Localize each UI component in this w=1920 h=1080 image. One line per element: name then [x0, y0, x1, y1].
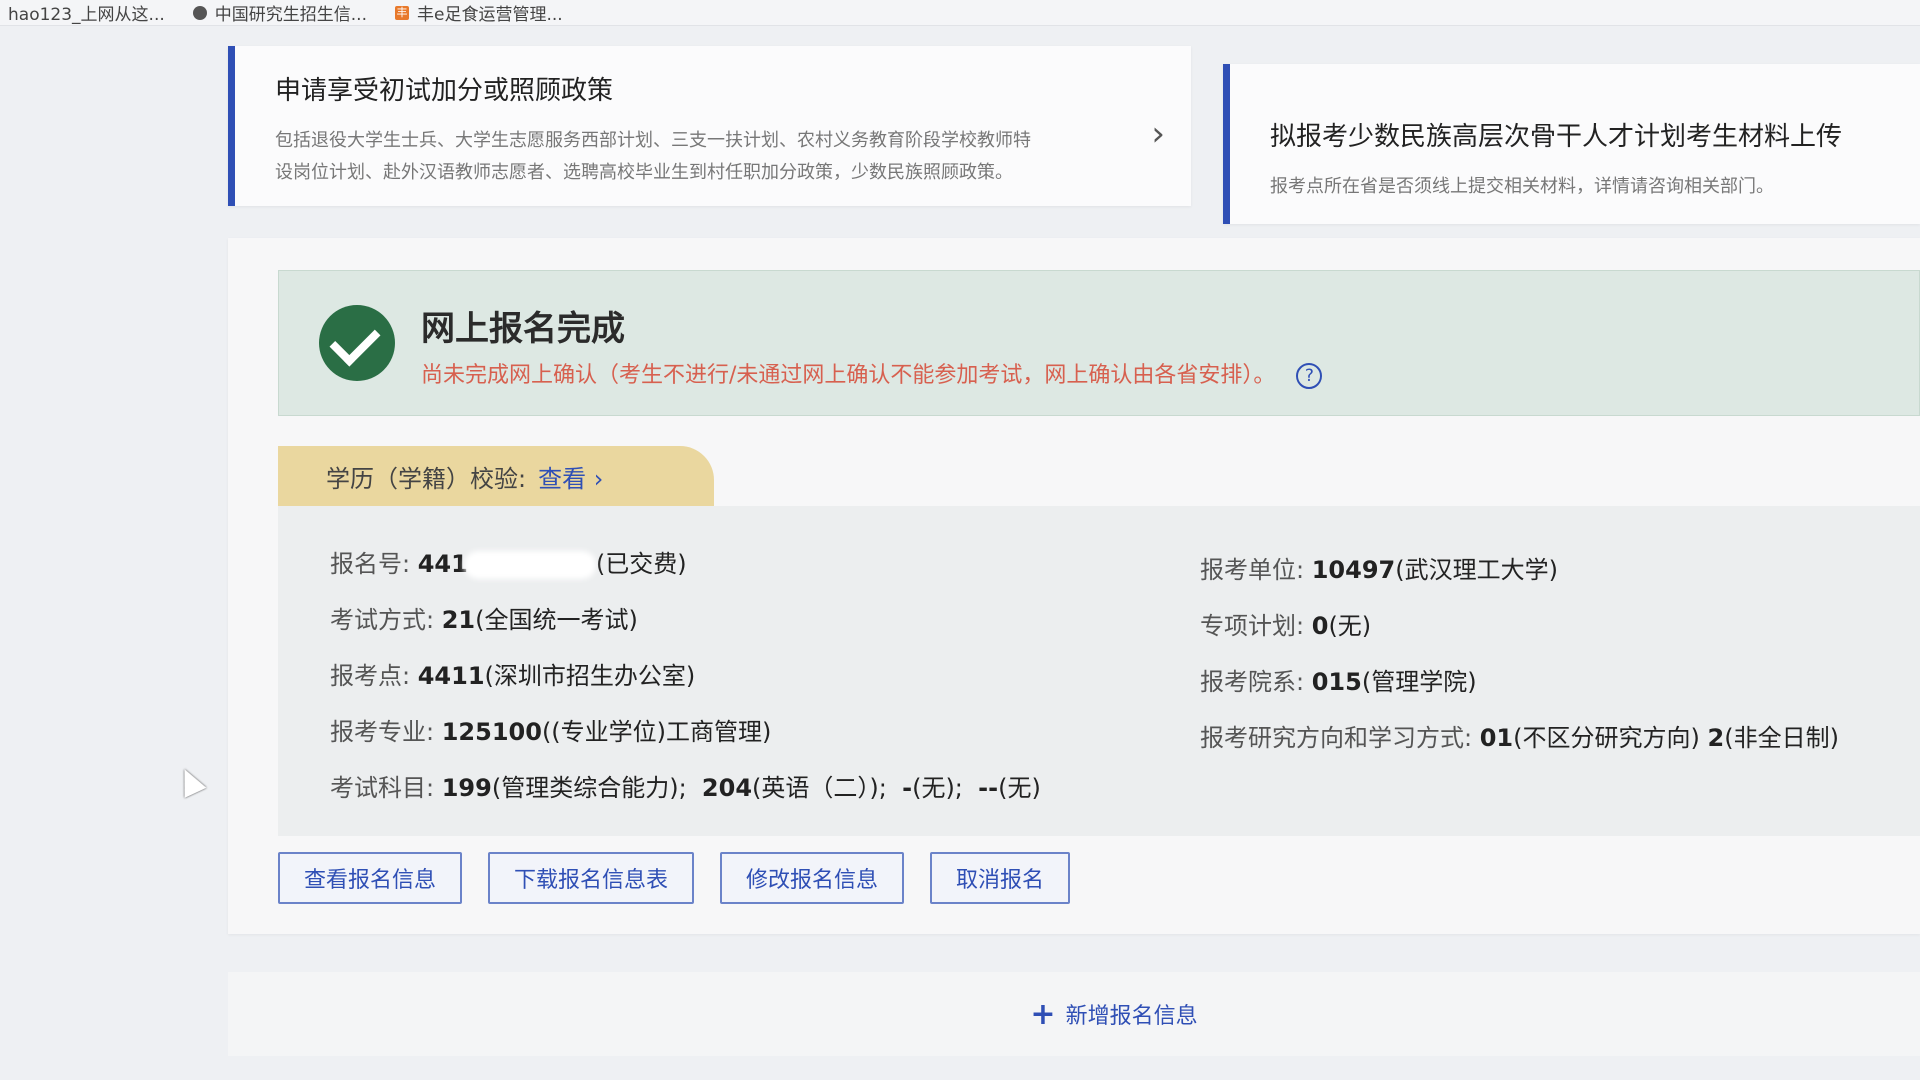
direction-row: 报考研究方向和学习方式: 01(不区分研究方向) 2(非全日制) [1200, 724, 1839, 752]
redacted-blur [463, 551, 596, 579]
subjects-row: 考试科目: 199(管理类综合能力); 204(英语（二）); -(无); --… [330, 774, 1041, 802]
app-icon: 丰 [394, 5, 409, 20]
download-registration-button[interactable]: 下载报名信息表 [488, 852, 695, 904]
registration-info: 报名号: 441 (已交费) 考试方式: 21(全国统一考试) 报考点: 4411… [278, 506, 1920, 836]
chevron-right-icon: › [1151, 114, 1165, 154]
bookmark-fengezushi[interactable]: 丰 丰e足食运营管理... [394, 0, 563, 25]
minority-plan-card[interactable]: 拟报考少数民族高层次骨干人才计划考生材料上传 报考点所在省是否须线上提交相关材料… [1223, 64, 1920, 224]
card-title: 拟报考少数民族高层次骨干人才计划考生材料上传 [1270, 122, 1843, 152]
help-icon[interactable]: ? [1296, 363, 1323, 389]
status-subtitle: 尚未完成网上确认（考生不进行/未通过网上确认不能参加考试，网上确认由各省安排）。… [421, 357, 1323, 389]
check-icon [319, 305, 395, 381]
edit-registration-button[interactable]: 修改报名信息 [720, 852, 905, 904]
add-registration-label: 新增报名信息 [1065, 1004, 1198, 1029]
status-title: 网上报名完成 [421, 309, 625, 349]
reg-no-row: 报名号: 441 (已交费) [330, 550, 687, 579]
bookmarks-bar: hao123_上网从这... 中国研究生招生信... 丰 丰e足食运营管理... [0, 0, 1920, 26]
globe-icon [192, 5, 207, 20]
action-buttons: 查看报名信息 下载报名信息表 修改报名信息 取消报名 [278, 852, 1071, 904]
bookmark-hao123[interactable]: hao123_上网从这... [8, 0, 165, 25]
major-row: 报考专业: 125100((专业学位)工商管理) [330, 718, 772, 746]
registration-panel: 网上报名完成 尚未完成网上确认（考生不进行/未通过网上确认不能参加考试，网上确认… [228, 238, 1920, 934]
education-check-view-link[interactable]: 查看 › [538, 459, 603, 494]
view-registration-button[interactable]: 查看报名信息 [278, 852, 463, 904]
card-desc: 包括退役大学生士兵、大学生志愿服务西部计划、三支一扶计划、农村义务教育阶段学校教… [275, 130, 1031, 183]
education-check-label: 学历（学籍）校验: [326, 464, 527, 493]
bookmark-label: 中国研究生招生信... [214, 5, 367, 25]
mouse-cursor-icon [173, 764, 207, 798]
education-check-tab: 学历（学籍）校验: 查看 › [278, 446, 714, 506]
bookmark-label: hao123_上网从这... [8, 5, 165, 25]
bookmark-yanzhao[interactable]: 中国研究生招生信... [192, 0, 367, 25]
bonus-policy-card[interactable]: 申请享受初试加分或照顾政策 包括退役大学生士兵、大学生志愿服务西部计划、三支一扶… [228, 46, 1191, 206]
plus-icon: + [1030, 996, 1056, 1032]
exam-site-row: 报考点: 4411(深圳市招生办公室) [330, 662, 696, 690]
card-title: 申请享受初试加分或照顾政策 [275, 76, 614, 106]
unit-row: 报考单位: 10497(武汉理工大学) [1200, 556, 1558, 584]
card-desc: 报考点所在省是否须线上提交相关材料，详情请咨询相关部门。 [1270, 176, 1774, 197]
status-banner: 网上报名完成 尚未完成网上确认（考生不进行/未通过网上确认不能参加考试，网上确认… [278, 270, 1920, 416]
bookmark-label: 丰e足食运营管理... [416, 5, 563, 25]
department-row: 报考院系: 015(管理学院) [1200, 668, 1477, 696]
policy-cards: 申请享受初试加分或照顾政策 包括退役大学生士兵、大学生志愿服务西部计划、三支一扶… [228, 46, 1920, 224]
cancel-registration-button[interactable]: 取消报名 [930, 852, 1071, 904]
exam-mode-row: 考试方式: 21(全国统一考试) [330, 606, 638, 634]
add-registration-button[interactable]: + 新增报名信息 [228, 972, 1920, 1056]
special-plan-row: 专项计划: 0(无) [1200, 612, 1372, 640]
